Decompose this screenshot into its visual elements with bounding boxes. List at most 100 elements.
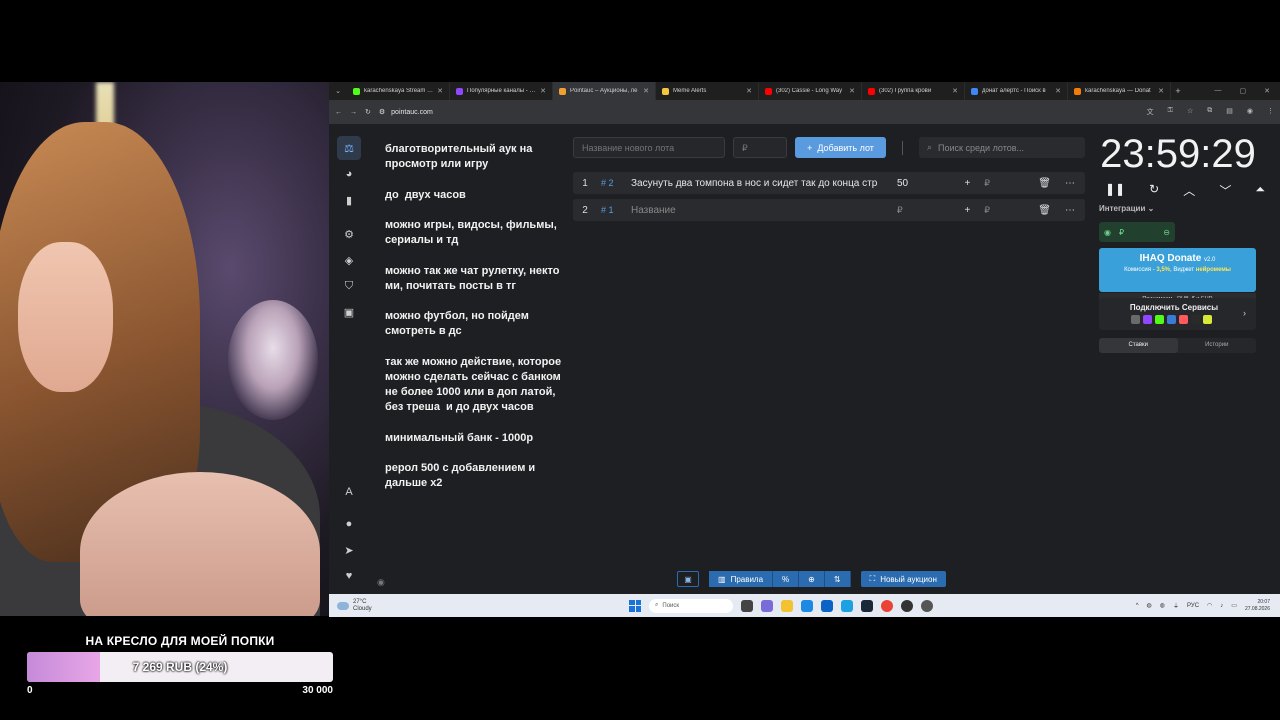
github-icon[interactable]: ● [337, 512, 361, 536]
store-icon[interactable] [801, 599, 813, 612]
donate-hand-icon[interactable]: ♥ [337, 564, 361, 588]
more-options-icon[interactable]: ⋯ [1065, 205, 1075, 216]
chrome-icon[interactable] [881, 599, 893, 612]
outlook-icon[interactable] [821, 599, 833, 612]
lot-name-input[interactable]: Засунуть два томпона в нос и сидет так д… [631, 178, 889, 189]
weather-widget[interactable]: 27°C Cloudy [329, 599, 629, 613]
connect-services-card[interactable]: Подключить Сервисы › [1099, 298, 1256, 330]
tray-lang[interactable]: РУС [1187, 603, 1199, 609]
url-field[interactable]: ⚙ pointauc.com [379, 108, 1139, 117]
copilot-icon[interactable] [761, 599, 773, 612]
increase-chevron-up-icon[interactable]: ︿ [1183, 182, 1195, 199]
tab-close-icon[interactable]: ✕ [1055, 87, 1061, 95]
gallery-icon[interactable]: ▣ [337, 300, 361, 324]
microphone-icon[interactable]: ⏚ [1173, 601, 1179, 610]
wheel-icon[interactable]: ◕ [337, 162, 361, 186]
battery-icon[interactable]: ▭ [1231, 602, 1237, 609]
lot-name-input[interactable]: Название [631, 205, 889, 216]
layers-icon[interactable]: ◈ [337, 248, 361, 272]
eye-icon[interactable]: ◉ [377, 577, 385, 588]
percent-button[interactable]: % [773, 571, 800, 587]
steam-icon[interactable] [861, 599, 873, 612]
lot-row[interactable]: 1 # 2 Засунуть два томпона в нос и сидет… [573, 172, 1085, 194]
profile-avatar[interactable]: ◉ [1247, 107, 1253, 117]
back-icon[interactable]: ← [335, 109, 342, 116]
sidebar-icon[interactable]: ▤ [1226, 107, 1233, 117]
bookmark-star-icon[interactable]: ☆ [1187, 107, 1193, 117]
lot-amount[interactable]: 50 [889, 178, 949, 189]
tab-bets[interactable]: Ставки [1099, 338, 1178, 353]
browser-tab[interactable]: karachenskaya — Donat ✕ [1068, 82, 1171, 100]
tab-search-chevron-icon[interactable]: ⌄ [329, 87, 347, 95]
ihaq-donate-banner[interactable]: IHAQ Donate v2.0 Комиссия - 3,5%, Виджет… [1099, 248, 1256, 305]
tray-chevron-up-icon[interactable]: ^ [1136, 603, 1139, 609]
extensions-icon[interactable]: ⧉ [1207, 107, 1212, 117]
key-icon[interactable]: ⚿ [1168, 107, 1173, 117]
new-lot-name-input[interactable] [573, 137, 725, 158]
minimize-icon[interactable]: — [1215, 87, 1222, 95]
auction-gavel-icon[interactable]: ⚖ [337, 136, 361, 160]
reset-icon[interactable]: ↻ [1149, 182, 1159, 199]
browser-tab[interactable]: karachenskaya Stream - V ✕ [347, 82, 450, 100]
close-icon[interactable]: ✕ [1264, 87, 1270, 95]
add-lot-button[interactable]: + Добавить лот [795, 137, 886, 158]
delete-trash-icon[interactable]: 🗑 [1038, 178, 1051, 189]
sort-icon[interactable]: ⇅ [824, 571, 851, 587]
integration-status[interactable]: ◉ ₽ ⊖ [1099, 222, 1175, 242]
forward-icon[interactable]: → [350, 109, 357, 116]
stats-icon[interactable]: ▮ [337, 188, 361, 212]
browser-tab[interactable]: донат алертс - Поиск в ✕ [965, 82, 1068, 100]
wifi-icon[interactable]: ◠ [1207, 602, 1212, 609]
new-auction-button[interactable]: ⛶ Новый аукцион [860, 571, 946, 587]
browser-tab[interactable]: Meme Alerts ✕ [656, 82, 759, 100]
rules-button[interactable]: ▥ Правила [709, 571, 774, 587]
telegram-icon[interactable]: ➤ [337, 538, 361, 562]
decrease-chevron-down-icon[interactable]: ﹀ [1219, 182, 1231, 199]
task-view-icon[interactable] [741, 599, 753, 612]
save-icon[interactable]: ▣ [677, 571, 699, 587]
edge-icon[interactable] [841, 599, 853, 612]
browser-tab[interactable]: (302) Cassie - Long Way ✕ [759, 82, 862, 100]
file-explorer-icon[interactable] [781, 599, 793, 612]
volume-icon[interactable]: ♪ [1220, 603, 1223, 609]
lot-row[interactable]: 2 # 1 Название ₽ + ₽ 🗑 ⋯ [573, 199, 1085, 221]
app-icon[interactable] [921, 599, 933, 612]
lot-search-input[interactable]: ⌕ Поиск среди лотов... [919, 137, 1085, 158]
tab-close-icon[interactable]: ✕ [1158, 87, 1164, 95]
pause-icon[interactable]: ❚❚ [1105, 182, 1125, 199]
translate-icon[interactable]: 文 [1147, 107, 1154, 117]
shield-icon[interactable]: ⛉ [337, 274, 361, 298]
url-text[interactable]: pointauc.com [391, 109, 433, 116]
language-icon[interactable]: A [337, 480, 361, 504]
windows-start-icon[interactable] [629, 599, 641, 612]
clock[interactable]: 20:07 27.08.2026 [1245, 599, 1270, 613]
tray-app-icon[interactable]: ◍ [1147, 602, 1152, 609]
new-lot-price-input[interactable] [733, 137, 787, 158]
add-amount-plus-icon[interactable]: + [964, 205, 970, 216]
more-options-icon[interactable]: ⋯ [1065, 178, 1075, 189]
obs-icon[interactable] [901, 599, 913, 612]
menu-icon[interactable]: ⋮ [1267, 107, 1274, 117]
tray-app-icon[interactable]: ◍ [1160, 602, 1165, 609]
split-icon[interactable]: ⊕ [799, 571, 825, 587]
double-chevron-up-icon[interactable]: ⏶ [1255, 182, 1265, 199]
lot-amount[interactable]: ₽ [889, 205, 949, 216]
browser-tab[interactable]: Популярные каналы - Tw ✕ [450, 82, 553, 100]
browser-tab[interactable]: Pointauc – Аукционы, ле ✕ [553, 82, 656, 100]
integrations-toggle[interactable]: Интеграции ⌄ [1099, 204, 1154, 213]
tab-close-icon[interactable]: ✕ [643, 87, 649, 95]
reload-icon[interactable]: ↻ [365, 108, 371, 116]
tab-close-icon[interactable]: ✕ [849, 87, 855, 95]
add-amount-plus-icon[interactable]: + [964, 178, 970, 189]
tab-close-icon[interactable]: ✕ [746, 87, 752, 95]
tab-close-icon[interactable]: ✕ [952, 87, 958, 95]
browser-tab[interactable]: (302) Группа крови ✕ [862, 82, 965, 100]
settings-gear-icon[interactable]: ⚙ [337, 222, 361, 246]
new-tab-button[interactable]: + [1171, 86, 1185, 96]
site-info-icon[interactable]: ⚙ [379, 108, 385, 116]
taskbar-search[interactable]: ⌕ Поиск [649, 598, 733, 613]
tab-history[interactable]: Истории [1178, 338, 1257, 353]
delete-trash-icon[interactable]: 🗑 [1038, 205, 1051, 216]
maximize-icon[interactable]: ▢ [1240, 87, 1247, 95]
tab-close-icon[interactable]: ✕ [437, 87, 443, 95]
